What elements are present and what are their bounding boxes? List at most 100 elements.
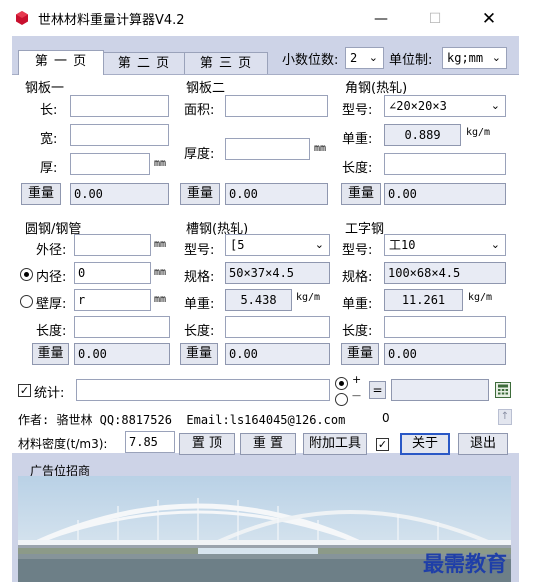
density-label: 材料密度(t/m3): [18,437,108,451]
spec-label: 规格: [184,270,215,285]
angle-model-select[interactable]: ∠20×20×3 ⌄ [384,95,506,117]
inner-diameter-label: 内径: [36,270,67,285]
chevron-down-icon: ⌄ [490,99,500,112]
channel-weight-output: 0.00 [225,343,330,365]
i-beam-unit-weight-output: 11.261 [384,289,463,311]
channel-model-select[interactable]: [5 ⌄ [225,234,330,256]
pipe-weight-button[interactable]: 重量 [32,343,69,365]
minus-radio[interactable] [335,393,348,406]
model-label: 型号: [342,103,373,118]
banner-watermark: 最需教育 [423,551,507,576]
angle-length-input[interactable] [384,153,506,175]
angle-weight-output: 0.00 [384,183,506,205]
density-input[interactable]: 7.85 [125,431,175,453]
tab-page-2[interactable]: 第 二 页 [102,52,186,75]
plate1-length-input[interactable] [70,95,169,117]
close-button[interactable]: ✕ [466,6,512,32]
advertisement-banner[interactable]: 最需教育 [18,476,511,582]
page-1-panel: 钢板一 长: 宽: 厚: mm 重量 0.00 钢板二 面积: 厚度: mm 重… [12,74,519,453]
author-info: 作者: 骆世林 QQ:8817526 Email:ls164045@126.co… [18,413,346,427]
outer-diameter-input[interactable] [74,234,151,256]
extra-tools-button[interactable]: 附加工具 [303,433,367,455]
pipe-weight-output: 0.00 [74,343,170,365]
plate2-weight-button[interactable]: 重量 [180,183,220,205]
statistics-label: 统计: [34,386,65,401]
calculator-icon[interactable] [495,382,511,398]
unit-system-label: 单位制: [389,53,433,68]
angle-steel-header: 角钢(热轧) [345,81,408,96]
model-label: 型号: [184,243,215,258]
unit-mm: mm [154,239,167,250]
unit-kg-per-m: kg/m [466,127,491,138]
outer-diameter-label: 外径: [36,243,67,258]
width-label: 宽: [40,132,58,147]
angle-weight-button[interactable]: 重量 [341,183,381,205]
inner-diameter-input[interactable]: 0 [74,262,151,284]
wall-thickness-radio[interactable] [20,295,33,308]
minimize-button[interactable]: — [358,6,404,32]
wall-thickness-input[interactable]: r [74,289,151,311]
length-label: 长: [40,103,58,118]
unit-mm: mm [154,267,167,278]
i-beam-model-select[interactable]: 工10 ⌄ [384,234,506,256]
extra-tools-checkbox[interactable]: ✓ [376,438,389,451]
angle-model-value: ∠20×20×3 [389,99,447,113]
decimal-places-select[interactable]: 2 ⌄ [345,47,384,69]
tab-page-3[interactable]: 第 三 页 [184,52,268,75]
about-button[interactable]: 关于 [400,433,450,455]
area-label: 面积: [184,103,215,118]
inner-diameter-radio[interactable] [20,268,33,281]
plate1-width-input[interactable] [70,124,169,146]
unit-system-select[interactable]: kg;mm ⌄ [442,47,507,69]
chevron-down-icon: ⌄ [368,51,378,64]
statistics-input[interactable] [76,379,330,401]
plate2-weight-output: 0.00 [225,183,328,205]
plate2-area-input[interactable] [225,95,328,117]
unit-weight-label: 单重: [342,132,373,147]
channel-unit-weight-output: 5.438 [225,289,292,311]
app-client-area: 第 一 页 第 二 页 第 三 页 小数位数: 2 ⌄ 单位制: kg;mm ⌄ 钢… [12,36,519,582]
model-label: 型号: [342,243,373,258]
i-beam-weight-output: 0.00 [384,343,506,365]
channel-spec-output: 50×37×4.5 [225,262,330,284]
angle-unit-weight-output: 0.889 [384,124,461,146]
chevron-down-icon: ⌄ [490,238,500,251]
i-beam-weight-button[interactable]: 重量 [341,343,379,365]
unit-weight-label: 单重: [342,297,373,312]
spec-label: 规格: [342,270,373,285]
plus-radio[interactable] [335,377,348,390]
minus-label: — [352,391,361,401]
i-beam-header: 工字钢 [345,222,385,237]
steel-plate-1-header: 钢板一 [25,81,65,96]
plus-label: + [352,373,362,386]
plate2-thickness-input[interactable] [225,138,310,160]
pipe-length-input[interactable] [74,316,170,338]
pin-top-button[interactable]: 置 顶 [179,433,235,455]
app-icon [16,11,28,25]
thickness-label: 厚度: [184,147,215,162]
channel-weight-button[interactable]: 重量 [180,343,218,365]
unit-mm: mm [314,143,327,154]
length-label: 长度: [342,324,373,339]
reset-button[interactable]: 重 置 [240,433,296,455]
maximize-button[interactable]: ☐ [412,6,458,32]
decimal-places-label: 小数位数: [282,53,339,68]
length-label: 长度: [36,324,67,339]
tab-page-1[interactable]: 第 一 页 [18,50,104,75]
plate1-weight-button[interactable]: 重量 [21,183,61,205]
equals-button[interactable]: = [369,381,386,399]
unit-kg-per-m: kg/m [296,292,321,303]
unit-kg-per-m: kg/m [468,292,493,303]
length-label: 长度: [184,324,215,339]
arrow-up-icon[interactable]: ↑ [498,409,512,425]
i-beam-length-input[interactable] [384,316,506,338]
unit-system-value: kg;mm [447,51,484,65]
i-beam-model-value: 工10 [389,238,416,252]
plate1-thickness-input[interactable] [70,153,150,175]
statistics-checkbox[interactable]: ✓ [18,384,31,397]
channel-model-value: [5 [230,238,245,252]
channel-length-input[interactable] [225,316,330,338]
wall-thickness-label: 壁厚: [36,297,67,312]
window-title: 世林材料重量计算器V4.2 [38,13,185,28]
exit-button[interactable]: 退出 [458,433,508,455]
